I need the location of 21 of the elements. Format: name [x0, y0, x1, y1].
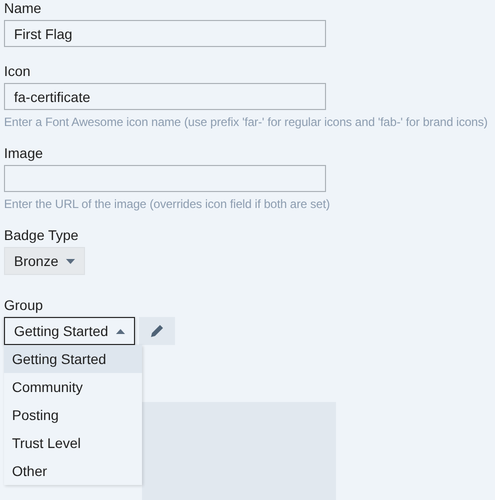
field-label: Image	[4, 145, 44, 162]
caret-icon	[66, 258, 76, 264]
text-field[interactable]	[4, 165, 326, 192]
menu-item[interactable]: Getting Started	[4, 345, 142, 373]
help-text: Enter a Font Awesome icon name (use prefix 'far-' for regular icons and 'fab-' for brand icons)	[4, 115, 489, 129]
edit-button[interactable]	[139, 317, 176, 345]
field-label: Name	[4, 0, 42, 17]
help-text: Enter the URL of the image (overrides icon field if both are set)	[4, 197, 331, 211]
text-field[interactable]: fa-certificate	[4, 83, 326, 110]
field-label: Icon	[4, 63, 32, 80]
group-dropdown[interactable]: Getting Started	[4, 317, 136, 345]
menu-item[interactable]: Trust Level	[4, 429, 142, 457]
menu-item[interactable]: Other	[4, 457, 142, 485]
field-label: Badge Type	[4, 227, 80, 244]
caret-icon	[116, 328, 126, 334]
text-field[interactable]: First Flag	[4, 20, 326, 47]
menu-item[interactable]: Community	[4, 373, 142, 401]
badge-type-dropdown[interactable]: Bronze	[4, 247, 86, 275]
pencil-icon	[150, 324, 164, 338]
menu-item[interactable]: Posting	[4, 401, 142, 429]
field-label: Group	[4, 297, 44, 314]
